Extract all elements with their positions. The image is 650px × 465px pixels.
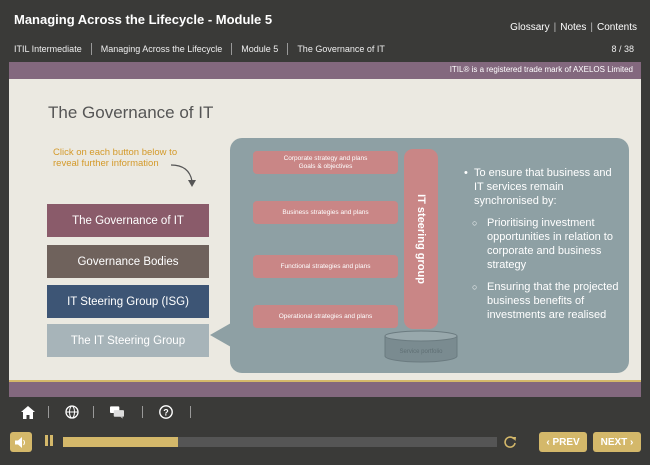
contents-link[interactable]: Contents <box>597 22 637 33</box>
corporate-strategy-box: Corporate strategy and plans Goals & obj… <box>253 151 398 174</box>
toolbar-separator <box>48 406 49 418</box>
strategy-label: Functional strategies and plans <box>280 262 371 270</box>
icon-toolbar: ? <box>0 397 650 427</box>
main-bullet-text: To ensure that business and IT services … <box>474 167 612 207</box>
steering-group-label: IT steering group <box>415 194 427 284</box>
home-icon[interactable] <box>21 405 35 419</box>
top-links: Glossary | Notes | Contents <box>510 22 637 33</box>
speaker-icon <box>15 436 25 448</box>
info-panel: Corporate strategy and plans Goals & obj… <box>230 138 629 373</box>
progress-fill <box>63 437 178 447</box>
trademark-bar: ITIL® is a registered trade mark of AXEL… <box>9 62 641 79</box>
panel-pointer <box>210 323 231 347</box>
pause-button[interactable] <box>45 435 55 449</box>
next-label: NEXT <box>600 436 628 448</box>
sub-bullet-text: Prioritising investment opportunities in… <box>487 217 613 271</box>
service-portfolio-cylinder: Service portfolio <box>384 330 458 363</box>
link-separator: | <box>553 22 557 33</box>
notes-link[interactable]: Notes <box>560 22 586 33</box>
sub-bullet: ○ Prioritising investment opportunities … <box>472 216 624 272</box>
chat-icon[interactable] <box>110 405 124 419</box>
governance-of-it-button[interactable]: The Governance of IT <box>47 204 209 237</box>
content-area: The Governance of IT Click on each butto… <box>9 79 641 380</box>
cylinder-label: Service portfolio <box>399 349 443 355</box>
trademark-notice: ITIL® is a registered trade mark of AXEL… <box>449 65 633 74</box>
next-button[interactable]: NEXT › <box>593 432 641 452</box>
svg-text:?: ? <box>163 408 169 418</box>
strategy-label: Business strategies and plans <box>282 208 369 216</box>
toolbar-separator <box>190 406 191 418</box>
prev-button[interactable]: ‹ PREV <box>539 432 587 452</box>
glossary-link[interactable]: Glossary <box>510 22 549 33</box>
replay-icon[interactable] <box>503 435 517 449</box>
bottom-stripe <box>9 380 641 397</box>
functional-strategy-box: Functional strategies and plans <box>253 255 398 278</box>
curved-arrow-icon <box>170 164 196 187</box>
module-title: Managing Across the Lifecycle - Module 5 <box>14 12 273 27</box>
bullet-ring-icon: ○ <box>472 218 478 228</box>
info-bullets: • To ensure that business and IT service… <box>464 166 624 322</box>
breadcrumb: ITIL Intermediate Managing Across the Li… <box>14 43 394 55</box>
help-icon[interactable]: ? <box>159 405 173 419</box>
breadcrumb-item: The Governance of IT <box>297 44 385 54</box>
breadcrumb-item: Module 5 <box>232 43 289 55</box>
main-bullet: • To ensure that business and IT service… <box>464 166 624 208</box>
page-title: The Governance of IT <box>48 103 214 122</box>
sub-bullet-text: Ensuring that the projected business ben… <box>487 281 619 321</box>
toolbar-separator <box>142 406 143 418</box>
toolbar-separator <box>93 406 94 418</box>
player-bar: ‹ PREV NEXT › <box>0 427 650 465</box>
breadcrumb-item: ITIL Intermediate <box>14 43 92 55</box>
prev-label: PREV <box>552 436 580 448</box>
steering-group-label-wrap: IT steering group <box>404 149 438 329</box>
audio-toggle-button[interactable] <box>10 432 32 452</box>
the-it-steering-group-button[interactable]: The IT Steering Group <box>47 324 209 357</box>
breadcrumb-item: Managing Across the Lifecycle <box>92 43 233 55</box>
sub-bullet: ○ Ensuring that the projected business b… <box>472 280 624 322</box>
strategy-sublabel: Goals & objectives <box>298 162 353 170</box>
it-steering-group-isg-button[interactable]: IT Steering Group (ISG) <box>47 285 209 318</box>
chevron-right-icon: › <box>627 436 634 448</box>
globe-icon[interactable] <box>65 405 79 419</box>
link-separator: | <box>590 22 593 33</box>
business-strategy-box: Business strategies and plans <box>253 201 398 224</box>
top-bar: Managing Across the Lifecycle - Module 5… <box>0 0 650 62</box>
bullet-ring-icon: ○ <box>472 282 478 292</box>
operational-strategy-box: Operational strategies and plans <box>253 305 398 328</box>
bullet-dot-icon: • <box>464 167 468 179</box>
strategy-label: Operational strategies and plans <box>278 312 373 320</box>
governance-bodies-button[interactable]: Governance Bodies <box>47 245 209 278</box>
strategy-label: Corporate strategy and plans <box>283 154 368 162</box>
page-indicator: 8 / 38 <box>611 44 634 54</box>
progress-bar[interactable] <box>63 437 497 447</box>
